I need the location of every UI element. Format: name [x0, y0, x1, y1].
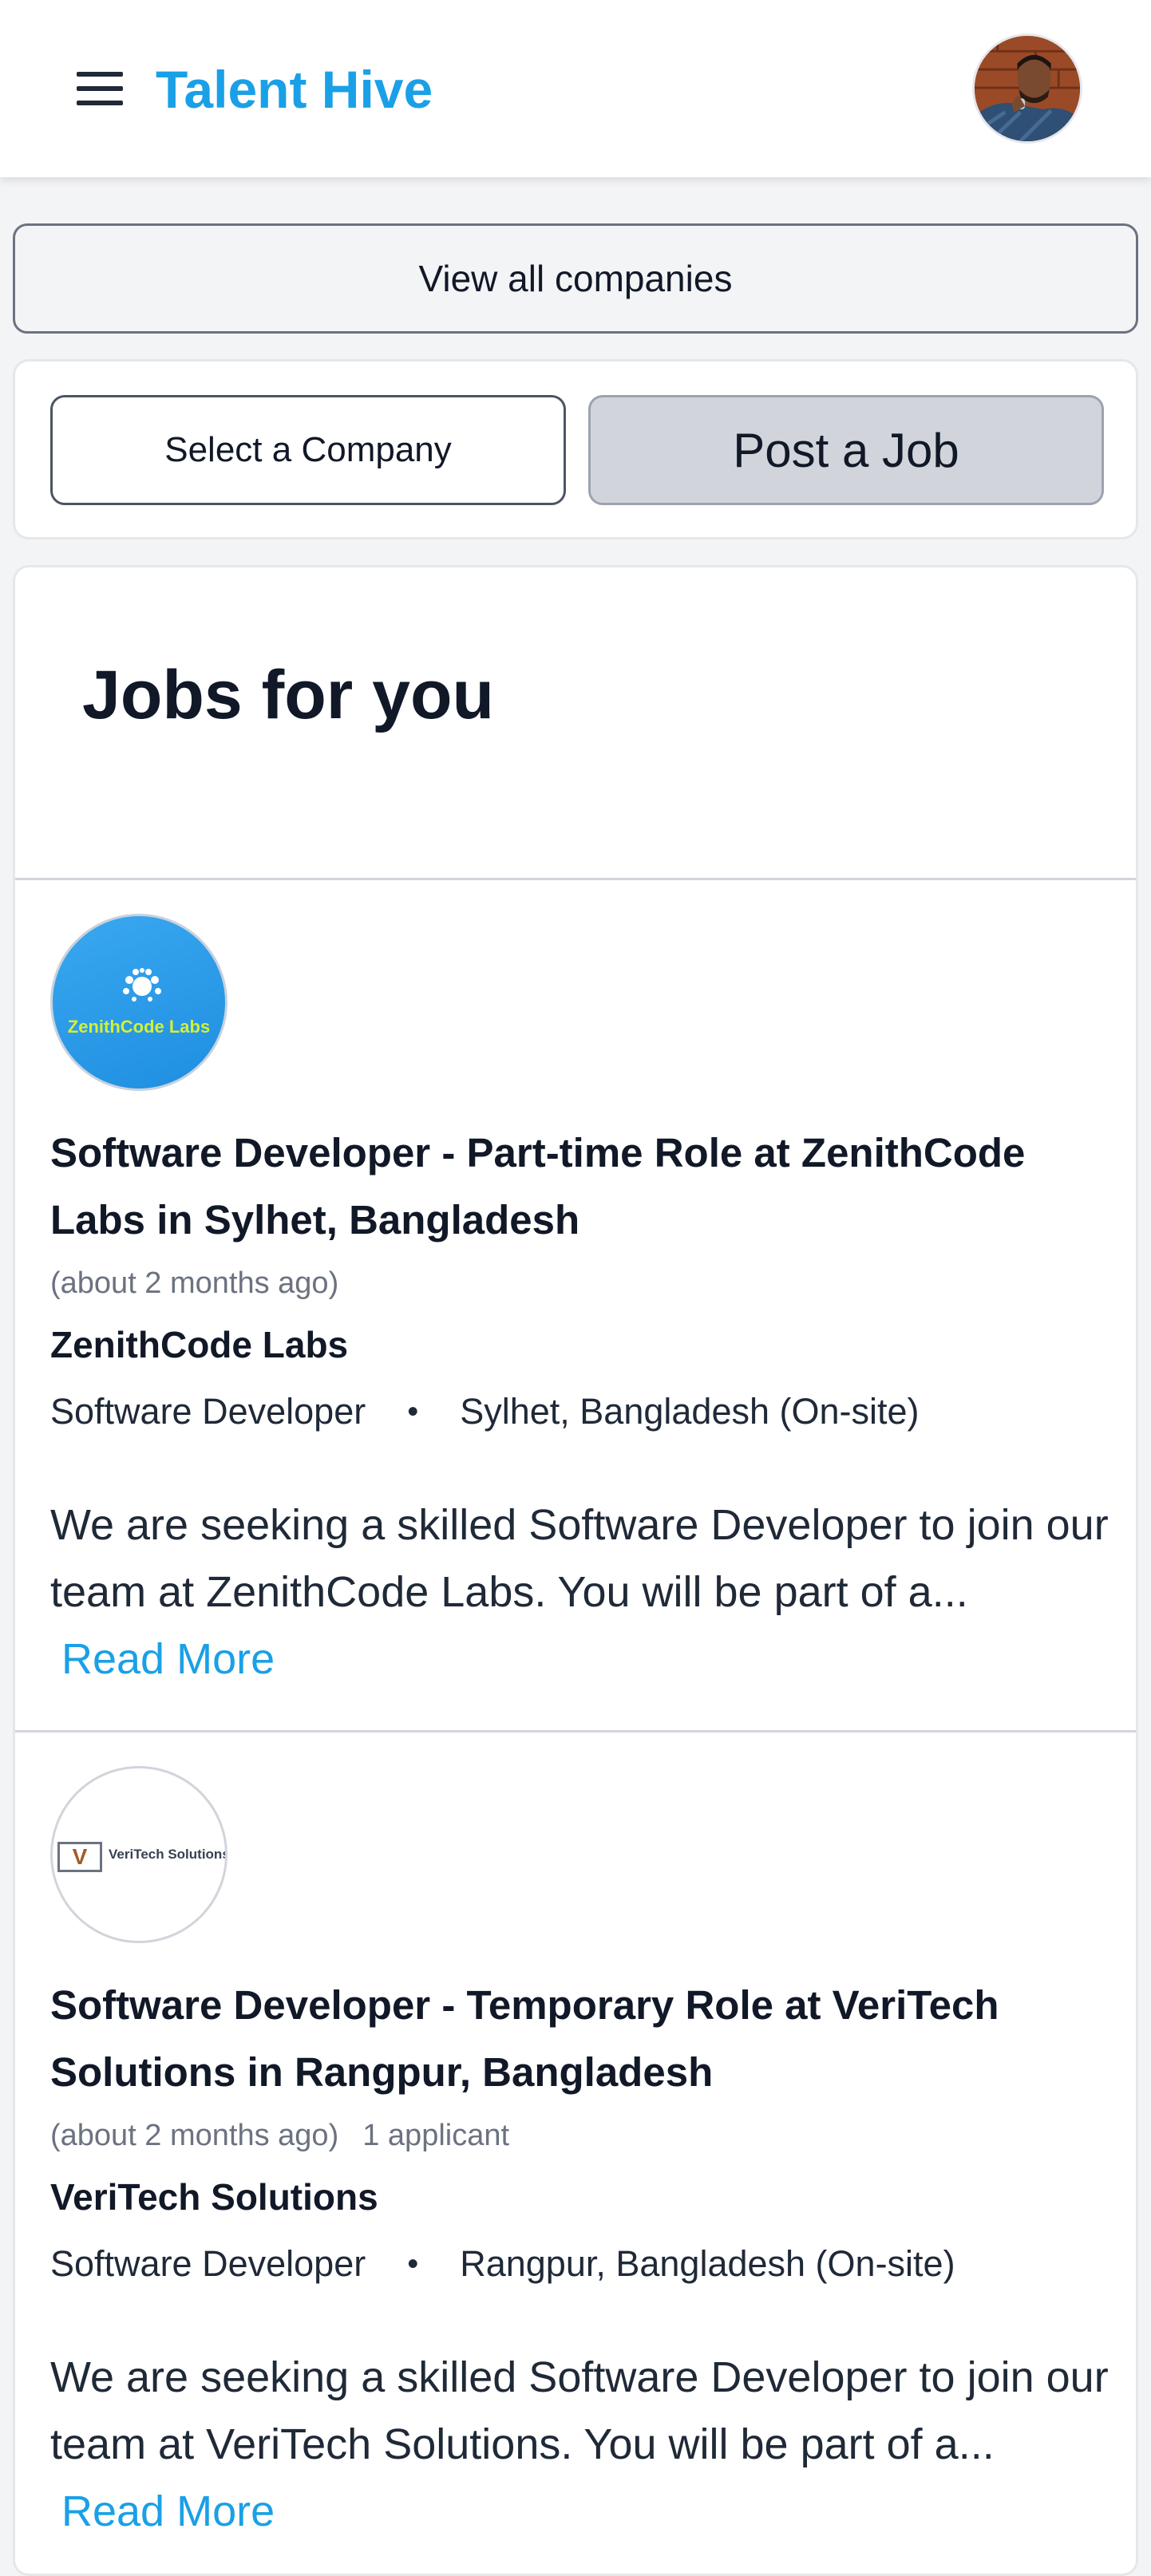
feed-title: Jobs for you — [82, 657, 495, 733]
avatar-photo-icon — [975, 36, 1080, 141]
job-role: Software Developer — [50, 2243, 366, 2284]
logo-text: VeriTech Solutions — [109, 1847, 227, 1862]
company-name[interactable]: VeriTech Solutions — [50, 2173, 378, 2221]
read-more-link[interactable]: Read More — [61, 1626, 275, 1693]
posted-time: (about 2 months ago) — [50, 1266, 339, 1300]
job-description: We are seeking a skilled Software Develo… — [50, 2353, 1109, 2468]
job-info: Software Developer • Rangpur, Bangladesh… — [50, 2240, 955, 2288]
job-card[interactable]: V VeriTech Solutions Software Developer … — [15, 1732, 1136, 2574]
zenithcode-logo-icon — [123, 968, 161, 1002]
job-role: Software Developer — [50, 1391, 366, 1432]
company-logo[interactable]: V VeriTech Solutions — [50, 1766, 227, 1943]
job-meta: (about 2 months ago) — [50, 1263, 338, 1303]
applicant-count: 1 applicant — [362, 2119, 510, 2152]
job-title[interactable]: Software Developer - Part-time Role at Z… — [50, 1120, 1104, 1254]
separator-dot: • — [407, 1394, 419, 1429]
read-more-link[interactable]: Read More — [61, 2478, 275, 2545]
logo-text: ZenithCode Labs — [67, 1017, 211, 1037]
company-logo[interactable]: ZenithCode Labs — [50, 914, 227, 1091]
job-title[interactable]: Software Developer - Temporary Role at V… — [50, 1972, 1104, 2106]
feed-header: Jobs for you — [15, 567, 1136, 880]
job-info: Software Developer • Sylhet, Bangladesh … — [50, 1388, 920, 1436]
separator-dot: • — [407, 2246, 419, 2282]
jobs-feed: Jobs for you ZenithCode Labs Software De… — [13, 565, 1138, 2576]
job-description: We are seeking a skilled Software Develo… — [50, 1501, 1109, 1616]
user-avatar[interactable] — [972, 34, 1082, 144]
job-meta: (about 2 months ago) 1 applicant — [50, 2116, 509, 2155]
menu-bar — [77, 86, 123, 91]
posted-time: (about 2 months ago) — [50, 2119, 339, 2152]
menu-bar — [77, 101, 123, 105]
actions-card: Select a Company Post a Job — [13, 359, 1138, 539]
job-location: Sylhet, Bangladesh (On-site) — [460, 1391, 920, 1432]
view-all-companies-button[interactable]: View all companies — [13, 223, 1138, 334]
post-job-button[interactable]: Post a Job — [588, 395, 1104, 505]
company-name[interactable]: ZenithCode Labs — [50, 1321, 348, 1369]
hamburger-menu-icon[interactable] — [72, 69, 128, 109]
job-card[interactable]: ZenithCode Labs Software Developer - Par… — [15, 880, 1136, 1732]
menu-bar — [77, 72, 123, 77]
job-location: Rangpur, Bangladesh (On-site) — [460, 2243, 955, 2284]
brand-title[interactable]: Talent Hive — [156, 57, 433, 121]
veritech-logo-icon: V — [57, 1842, 102, 1872]
app-header: Talent Hive — [0, 0, 1151, 177]
select-company-button[interactable]: Select a Company — [50, 395, 566, 505]
